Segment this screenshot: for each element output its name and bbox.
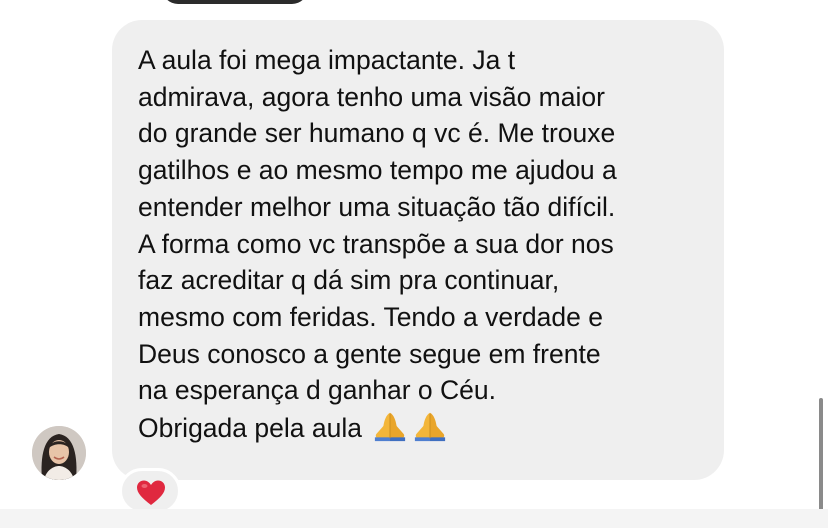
message-bubble[interactable]: A aula foi mega impactante. Ja t admirav… [112,20,724,480]
previous-message-bubble[interactable] [162,0,308,4]
heart-icon [137,480,165,505]
message-line: gatilhos e ao mesmo tempo me ajudou a [138,155,617,186]
message-line: do grande ser humano q vc é. Me trouxe [138,118,616,149]
message-line: mesmo com feridas. Tendo a verdade e [138,301,603,332]
message-line: Obrigada pela aula [138,413,362,444]
message-line: A aula foi mega impactante. Ja t [138,45,516,75]
scrollbar[interactable] [819,398,823,512]
message-text: A aula foi mega impactante. Ja t admirav… [138,42,702,447]
avatar[interactable] [32,426,86,480]
message-line: na esperança d ganhar o Céu. [138,375,497,406]
profile-photo-icon [32,426,86,480]
message-line: A forma como vc transpõe a sua dor nos [138,228,614,259]
folded-hands-icon [415,412,446,442]
message-last-line: Obrigada pela aula [138,409,702,447]
dm-thread: A aula foi mega impactante. Ja t admirav… [0,0,828,528]
reaction-badge[interactable] [119,468,181,514]
composer-area-edge [0,509,828,528]
message-line: Deus conosco a gente segue em frente [138,338,601,369]
message-line: admirava, agora tenho uma visão maior [138,81,605,112]
message-line: entender melhor uma situação tão difícil… [138,191,616,222]
message-line: faz acreditar q dá sim pra continuar, [138,265,560,296]
folded-hands-icon [375,412,406,442]
